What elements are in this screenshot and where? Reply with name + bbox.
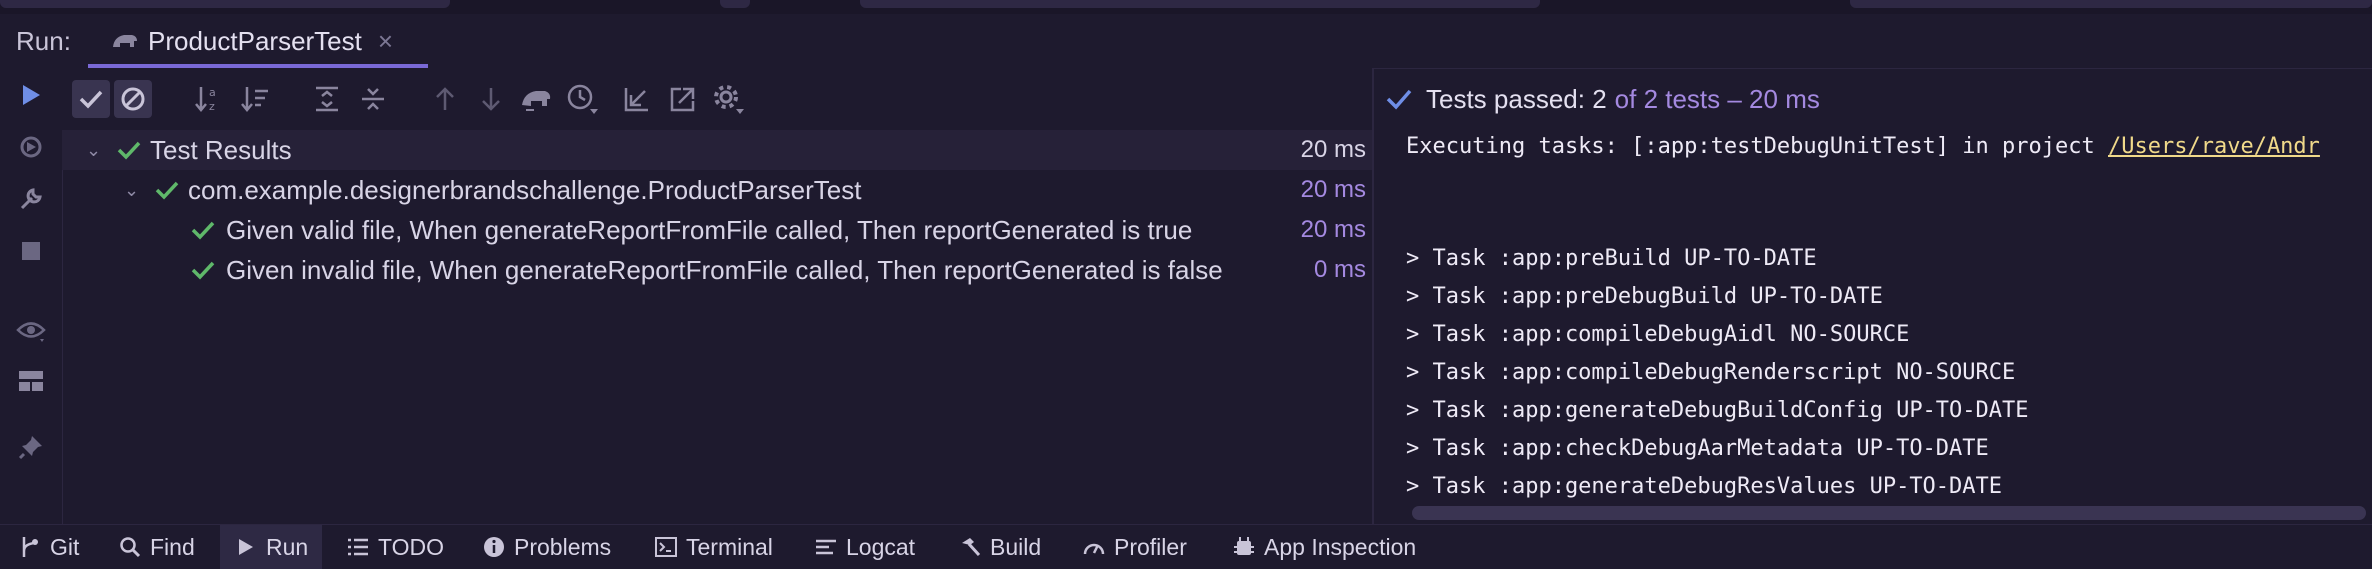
console-line: > Task :app:checkDebugAarMetadata UP-TO-… — [1406, 436, 1989, 461]
settings-icon[interactable] — [710, 80, 748, 118]
console-line: > Task :app:generateDebugResValues UP-TO… — [1406, 474, 2003, 499]
tab-label: Problems — [514, 533, 612, 560]
test-results-tree: ⌄ Test Results 20 ms ⌄ com.example.desig… — [62, 130, 1372, 524]
tab-title: ProductParserTest — [148, 25, 362, 56]
tab-label: Find — [150, 533, 195, 560]
left-toolbar — [0, 68, 63, 524]
tab-label: Build — [990, 533, 1042, 560]
logcat-icon — [814, 535, 838, 559]
tab-build[interactable]: Build — [958, 525, 1041, 569]
tab-git[interactable]: Git — [18, 525, 79, 569]
terminal-icon — [654, 535, 678, 559]
console-exec-prefix: Executing tasks: [:app:testDebugUnitTest… — [1406, 134, 2108, 159]
console-exec-line: Executing tasks: [:app:testDebugUnitTest… — [1406, 134, 2320, 159]
passed-check-icon — [155, 181, 179, 200]
passed-check-icon — [117, 141, 141, 160]
tab-profiler[interactable]: Profiler — [1082, 525, 1187, 569]
tree-row-duration: 20 ms — [1300, 176, 1366, 203]
list-icon — [346, 535, 370, 559]
next-failed-icon[interactable] — [472, 80, 510, 118]
passed-check-icon — [191, 261, 215, 280]
editor-top-strip — [0, 0, 2372, 15]
run-icon — [234, 535, 258, 559]
info-icon — [482, 535, 506, 559]
test-config-icon — [113, 35, 137, 47]
tab-find[interactable]: Find — [118, 525, 195, 569]
chevron-down-icon[interactable]: ⌄ — [86, 140, 101, 161]
passed-check-icon — [1386, 89, 1412, 110]
tab-terminal[interactable]: Terminal — [654, 525, 773, 569]
tab-label: TODO — [378, 533, 445, 560]
svg-text:z: z — [209, 100, 215, 113]
tab-label: App Inspection — [1264, 533, 1417, 560]
run-label: Run: — [16, 25, 71, 56]
show-ignored-icon[interactable] — [114, 80, 152, 118]
collapse-all-icon[interactable] — [354, 80, 392, 118]
tree-row-test-case[interactable]: Given invalid file, When generateReportF… — [62, 250, 1372, 290]
chevron-down-icon[interactable]: ⌄ — [124, 180, 139, 201]
console-output[interactable]: Executing tasks: [:app:testDebugUnitTest… — [1374, 130, 2372, 500]
history-icon[interactable] — [564, 80, 602, 118]
tree-row-duration: 20 ms — [1300, 216, 1366, 243]
tab-label: Profiler — [1114, 533, 1187, 560]
test-runner-toolbar: az — [62, 68, 1372, 130]
tab-problems[interactable]: Problems — [482, 525, 611, 569]
git-branch-icon — [18, 535, 42, 559]
inspection-icon — [1232, 535, 1256, 559]
horizontal-scrollbar[interactable] — [1412, 506, 2366, 520]
tree-row-test-class[interactable]: ⌄ com.example.designerbrandschallenge.Pr… — [62, 170, 1372, 210]
sort-alpha-icon[interactable]: az — [190, 80, 228, 118]
gauge-icon — [1082, 535, 1106, 559]
tree-row-label: Test Results — [150, 134, 292, 165]
sort-duration-icon[interactable] — [236, 80, 274, 118]
console-line: > Task :app:preDebugBuild UP-TO-DATE — [1406, 284, 1883, 309]
tab-todo[interactable]: TODO — [346, 525, 444, 569]
test-status-bar: Tests passed: 2 of 2 tests – 20 ms — [1374, 68, 2372, 130]
close-icon[interactable]: × — [378, 26, 393, 57]
console-line: > Task :app:compileDebugAidl NO-SOURCE — [1406, 322, 1910, 347]
svg-text:a: a — [209, 86, 216, 99]
tree-row-duration: 20 ms — [1300, 136, 1366, 163]
tree-row-duration: 0 ms — [1313, 256, 1366, 283]
tab-run[interactable]: Run — [220, 525, 323, 569]
eye-icon[interactable] — [14, 314, 48, 348]
tests-passed-text: Tests passed: 2 — [1426, 83, 1607, 114]
show-passed-icon[interactable] — [72, 80, 110, 118]
stop-icon[interactable] — [14, 234, 48, 268]
tab-label: Terminal — [686, 533, 773, 560]
search-icon — [118, 535, 142, 559]
console-line: > Task :app:generateDebugBuildConfig UP-… — [1406, 398, 2029, 423]
tab-logcat[interactable]: Logcat — [814, 525, 915, 569]
rerun-failed-icon[interactable] — [14, 130, 48, 164]
console-line: > Task :app:compileDebugRenderscript NO-… — [1406, 360, 2016, 385]
rerun-auto-icon[interactable] — [518, 80, 556, 118]
tree-row-test-case[interactable]: Given valid file, When generateReportFro… — [62, 210, 1372, 250]
run-icon[interactable] — [14, 78, 48, 112]
pin-icon[interactable] — [14, 430, 48, 464]
tab-label: Logcat — [846, 533, 916, 560]
import-icon[interactable] — [618, 80, 656, 118]
run-tool-window-header: Run: ProductParserTest × — [0, 14, 2372, 69]
prev-failed-icon[interactable] — [426, 80, 464, 118]
tool-window-bar: Git Find Run TODO Problems Terminal Logc… — [0, 524, 2372, 569]
wrench-icon[interactable] — [14, 182, 48, 216]
tree-row-test-results[interactable]: ⌄ Test Results 20 ms — [62, 130, 1372, 170]
tests-total-text: of 2 tests – 20 ms — [1614, 83, 1820, 114]
passed-check-icon — [191, 221, 215, 240]
tree-row-label: Given valid file, When generateReportFro… — [226, 214, 1193, 245]
tab-label: Run — [266, 533, 309, 560]
project-path-link[interactable]: /Users/rave/Andr — [2108, 134, 2320, 159]
expand-all-icon[interactable] — [308, 80, 346, 118]
tree-row-label: com.example.designerbrandschallenge.Prod… — [188, 174, 862, 205]
tab-label: Git — [50, 533, 80, 560]
layout-icon[interactable] — [14, 364, 48, 398]
export-icon[interactable] — [664, 80, 702, 118]
console-line: > Task :app:preBuild UP-TO-DATE — [1406, 246, 1817, 271]
tab-product-parser-test[interactable]: ProductParserTest × — [88, 14, 428, 69]
tab-app-inspection[interactable]: App Inspection — [1232, 525, 1416, 569]
hammer-icon — [958, 535, 982, 559]
tree-row-label: Given invalid file, When generateReportF… — [226, 254, 1223, 285]
